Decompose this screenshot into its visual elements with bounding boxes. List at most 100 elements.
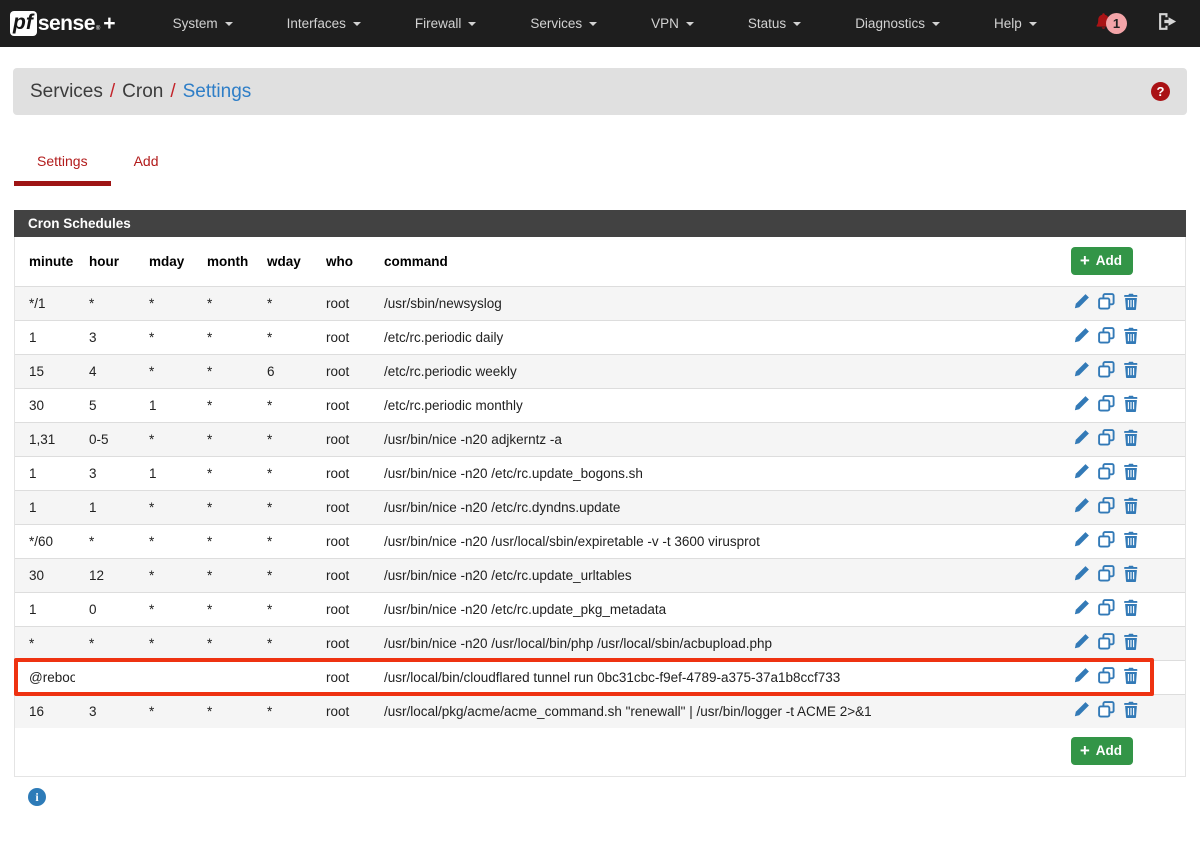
cell-command: /etc/rc.periodic monthly	[370, 388, 1035, 422]
edit-pencil-icon	[1073, 332, 1090, 347]
edit-job-button[interactable]	[1073, 531, 1090, 551]
edit-job-button[interactable]	[1073, 633, 1090, 653]
copy-job-button[interactable]	[1098, 565, 1115, 585]
cell-mday: 1	[135, 456, 193, 490]
cell-actions	[1035, 354, 1185, 388]
cell-actions	[1035, 660, 1185, 694]
edit-job-button[interactable]	[1073, 497, 1090, 517]
menu-item-help[interactable]: Help	[967, 0, 1064, 47]
copy-job-button[interactable]	[1098, 701, 1115, 721]
copy-job-button[interactable]	[1098, 531, 1115, 551]
menu-item-label: Status	[748, 0, 786, 47]
cron-row: */60 * * * * root /usr/bin/nice -n20 /us…	[15, 524, 1185, 558]
delete-job-button[interactable]	[1123, 667, 1139, 687]
delete-job-button[interactable]	[1123, 633, 1139, 653]
cell-who: root	[312, 694, 370, 728]
menu-item-services[interactable]: Services	[503, 0, 624, 47]
delete-job-button[interactable]	[1123, 701, 1139, 721]
notifications-button[interactable]: 1	[1094, 12, 1127, 36]
copy-icon	[1098, 332, 1115, 347]
copy-job-button[interactable]	[1098, 497, 1115, 517]
info-icon: i	[35, 790, 38, 805]
cell-who: root	[312, 354, 370, 388]
add-button-label: Add	[1096, 253, 1122, 268]
cell-mday: *	[135, 320, 193, 354]
delete-job-button[interactable]	[1123, 361, 1139, 381]
menu-item-diagnostics[interactable]: Diagnostics	[828, 0, 967, 47]
copy-job-button[interactable]	[1098, 463, 1115, 483]
cron-row: 1 0 * * * root /usr/bin/nice -n20 /etc/r…	[15, 592, 1185, 626]
tab-add[interactable]: Add	[111, 140, 182, 186]
delete-job-button[interactable]	[1123, 463, 1139, 483]
delete-trash-icon	[1123, 400, 1139, 415]
tab-settings[interactable]: Settings	[14, 140, 111, 186]
cell-minute: 1	[15, 320, 75, 354]
copy-job-button[interactable]	[1098, 327, 1115, 347]
menu-item-interfaces[interactable]: Interfaces	[260, 0, 388, 47]
pfsense-logo-plus: +	[103, 12, 115, 36]
delete-job-button[interactable]	[1123, 293, 1139, 313]
help-button[interactable]: ?	[1151, 82, 1170, 101]
delete-job-button[interactable]	[1123, 565, 1139, 585]
cell-minute: 30	[15, 558, 75, 592]
edit-job-button[interactable]	[1073, 327, 1090, 347]
breadcrumb-item-services[interactable]: Services	[30, 81, 103, 102]
breadcrumb-items: Services/Cron/Settings	[30, 81, 251, 103]
copy-job-button[interactable]	[1098, 599, 1115, 619]
edit-job-button[interactable]	[1073, 429, 1090, 449]
delete-job-button[interactable]	[1123, 395, 1139, 415]
edit-job-button[interactable]	[1073, 565, 1090, 585]
copy-job-button[interactable]	[1098, 667, 1115, 687]
cell-hour: *	[75, 524, 135, 558]
breadcrumb-item-cron[interactable]: Cron	[122, 81, 163, 102]
cell-who: root	[312, 422, 370, 456]
cell-actions	[1035, 490, 1185, 524]
pfsense-logo-pf: pf	[10, 11, 37, 36]
cell-minute: 1	[15, 490, 75, 524]
breadcrumb: Services/Cron/Settings ?	[13, 68, 1187, 115]
pfsense-logo[interactable]: pf sense ® +	[10, 11, 116, 36]
edit-pencil-icon	[1073, 570, 1090, 585]
col-header-mday: mday	[135, 237, 193, 286]
edit-job-button[interactable]	[1073, 361, 1090, 381]
delete-job-button[interactable]	[1123, 497, 1139, 517]
menu-item-system[interactable]: System	[146, 0, 260, 47]
add-button-bottom[interactable]: + Add	[1071, 737, 1133, 765]
copy-job-button[interactable]	[1098, 361, 1115, 381]
delete-job-button[interactable]	[1123, 429, 1139, 449]
copy-job-button[interactable]	[1098, 429, 1115, 449]
cell-command: /usr/bin/nice -n20 /usr/local/sbin/expir…	[370, 524, 1035, 558]
edit-job-button[interactable]	[1073, 701, 1090, 721]
menu-item-firewall[interactable]: Firewall	[388, 0, 504, 47]
cell-actions	[1035, 456, 1185, 490]
menu-item-status[interactable]: Status	[721, 0, 828, 47]
cell-minute: 1	[15, 456, 75, 490]
menu-item-vpn[interactable]: VPN	[624, 0, 721, 47]
cell-who: root	[312, 320, 370, 354]
copy-job-button[interactable]	[1098, 395, 1115, 415]
copy-icon	[1098, 604, 1115, 619]
cell-actions	[1035, 626, 1185, 660]
edit-job-button[interactable]	[1073, 463, 1090, 483]
copy-job-button[interactable]	[1098, 293, 1115, 313]
plus-icon: +	[1080, 254, 1090, 267]
copy-job-button[interactable]	[1098, 633, 1115, 653]
delete-job-button[interactable]	[1123, 599, 1139, 619]
delete-trash-icon	[1123, 706, 1139, 721]
delete-trash-icon	[1123, 366, 1139, 381]
edit-job-button[interactable]	[1073, 667, 1090, 687]
cron-row: 15 4 * * 6 root /etc/rc.periodic weekly	[15, 354, 1185, 388]
edit-job-button[interactable]	[1073, 395, 1090, 415]
main-menu: System Interfaces Firewall Services VPN …	[146, 0, 1064, 47]
cell-wday: *	[253, 422, 312, 456]
info-button[interactable]: i	[28, 788, 46, 806]
delete-job-button[interactable]	[1123, 531, 1139, 551]
delete-job-button[interactable]	[1123, 327, 1139, 347]
edit-job-button[interactable]	[1073, 293, 1090, 313]
add-button-top[interactable]: + Add	[1071, 247, 1133, 275]
cell-month: *	[193, 558, 253, 592]
logout-button[interactable]	[1157, 12, 1178, 36]
edit-job-button[interactable]	[1073, 599, 1090, 619]
breadcrumb-item-settings[interactable]: Settings	[183, 81, 252, 102]
cell-month: *	[193, 592, 253, 626]
